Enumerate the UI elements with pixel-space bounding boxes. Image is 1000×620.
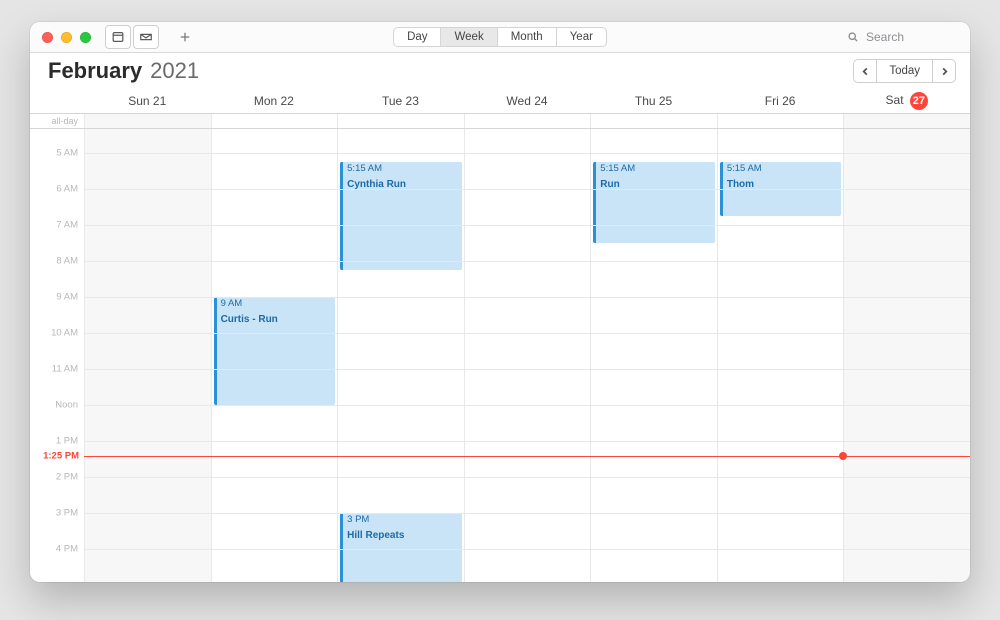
today-button[interactable]: Today xyxy=(876,59,933,83)
day-of-week-label: Sat xyxy=(886,93,907,107)
all-day-label: all-day xyxy=(30,114,84,128)
day-header-fri[interactable]: Fri 26 xyxy=(717,94,844,108)
hour-line xyxy=(84,477,970,478)
now-time-label: 1:25 PM xyxy=(30,451,84,462)
chevron-left-icon xyxy=(861,67,870,76)
add-event-button[interactable] xyxy=(175,26,195,48)
all-day-cell[interactable] xyxy=(590,114,717,128)
toolbar-button-group xyxy=(105,25,159,49)
hour-label: Noon xyxy=(30,400,84,411)
view-tab-month[interactable]: Month xyxy=(498,28,557,46)
hour-label: 4 PM xyxy=(30,544,84,555)
day-header-tue[interactable]: Tue 23 xyxy=(337,94,464,108)
all-day-cell[interactable] xyxy=(717,114,844,128)
window-controls xyxy=(42,32,91,43)
calendar-window: Day Week Month Year February 2021 Today xyxy=(30,22,970,582)
day-header-row: Sun 21 Mon 22 Tue 23 Wed 24 Thu 25 Fri 26 Sat … xyxy=(30,89,970,114)
hour-label: 7 AM xyxy=(30,220,84,231)
all-day-cell[interactable] xyxy=(84,114,211,128)
all-day-cell[interactable] xyxy=(843,114,970,128)
view-segmented-control: Day Week Month Year xyxy=(393,27,607,47)
hour-line xyxy=(84,189,970,190)
day-header-wed[interactable]: Wed 24 xyxy=(464,94,591,108)
search-icon xyxy=(847,31,859,43)
chevron-right-icon xyxy=(940,67,949,76)
calendars-toggle-button[interactable] xyxy=(105,25,131,49)
day-header-thu[interactable]: Thu 25 xyxy=(590,94,717,108)
hour-line xyxy=(84,405,970,406)
zoom-window-button[interactable] xyxy=(80,32,91,43)
hour-label: 9 AM xyxy=(30,292,84,303)
month-label: February xyxy=(48,58,142,84)
hour-line xyxy=(84,441,970,442)
view-tab-day[interactable]: Day xyxy=(394,28,441,46)
day-of-week-label: Tue 23 xyxy=(382,94,419,108)
time-gutter-col: 5 AM 6 AM 7 AM 8 AM 9 AM 10 AM 11 AM Noon 1 PM 2 … xyxy=(30,129,84,582)
close-window-button[interactable] xyxy=(42,32,53,43)
calendars-icon xyxy=(111,30,125,44)
all-day-row: all-day xyxy=(30,114,970,129)
hour-label: 8 AM xyxy=(30,256,84,267)
hour-label: 10 AM xyxy=(30,328,84,339)
now-dot xyxy=(839,452,847,460)
today-date-badge: 27 xyxy=(910,92,928,110)
all-day-cell[interactable] xyxy=(337,114,464,128)
day-of-week-label: Thu 25 xyxy=(635,94,672,108)
view-tab-week[interactable]: Week xyxy=(442,28,498,46)
hour-label: 2 PM xyxy=(30,472,84,483)
hour-line xyxy=(84,333,970,334)
all-day-cell[interactable] xyxy=(464,114,591,128)
day-header-sat[interactable]: Sat 27 xyxy=(843,92,970,110)
inbox-button[interactable] xyxy=(133,25,159,49)
hour-label: 3 PM xyxy=(30,508,84,519)
day-header-sun[interactable]: Sun 21 xyxy=(84,94,211,108)
hour-line xyxy=(84,261,970,262)
next-week-button[interactable] xyxy=(933,59,956,83)
hour-line xyxy=(84,549,970,550)
hour-label: 5 AM xyxy=(30,148,84,159)
week-grid-scroll-area[interactable]: 5 AM 6 AM 7 AM 8 AM 9 AM 10 AM 11 AM Noon 1 PM 2 … xyxy=(30,129,970,582)
hour-line xyxy=(84,369,970,370)
search-field[interactable] xyxy=(847,29,958,45)
prev-week-button[interactable] xyxy=(853,59,876,83)
hour-lines-overlay xyxy=(84,129,970,582)
minimize-window-button[interactable] xyxy=(61,32,72,43)
hour-line xyxy=(84,513,970,514)
hour-line xyxy=(84,297,970,298)
hour-label: 11 AM xyxy=(30,364,84,375)
hour-line xyxy=(84,225,970,226)
hour-label: 6 AM xyxy=(30,184,84,195)
plus-icon xyxy=(179,31,191,43)
month-year-title: February 2021 xyxy=(48,58,199,84)
day-of-week-label: Mon 22 xyxy=(254,94,294,108)
inbox-icon xyxy=(139,30,153,44)
day-header-mon[interactable]: Mon 22 xyxy=(211,94,338,108)
hour-label: 1 PM xyxy=(30,436,84,447)
now-line xyxy=(84,456,970,457)
hour-line xyxy=(84,153,970,154)
all-day-cell[interactable] xyxy=(211,114,338,128)
week-nav-group: Today xyxy=(853,59,956,83)
header-bar: February 2021 Today xyxy=(30,53,970,89)
view-tab-year[interactable]: Year xyxy=(557,28,606,46)
search-input[interactable] xyxy=(864,29,958,45)
day-of-week-label: Sun 21 xyxy=(128,94,166,108)
titlebar: Day Week Month Year xyxy=(30,22,970,53)
day-of-week-label: Wed 24 xyxy=(506,94,547,108)
day-of-week-label: Fri 26 xyxy=(765,94,796,108)
year-label: 2021 xyxy=(150,58,199,84)
